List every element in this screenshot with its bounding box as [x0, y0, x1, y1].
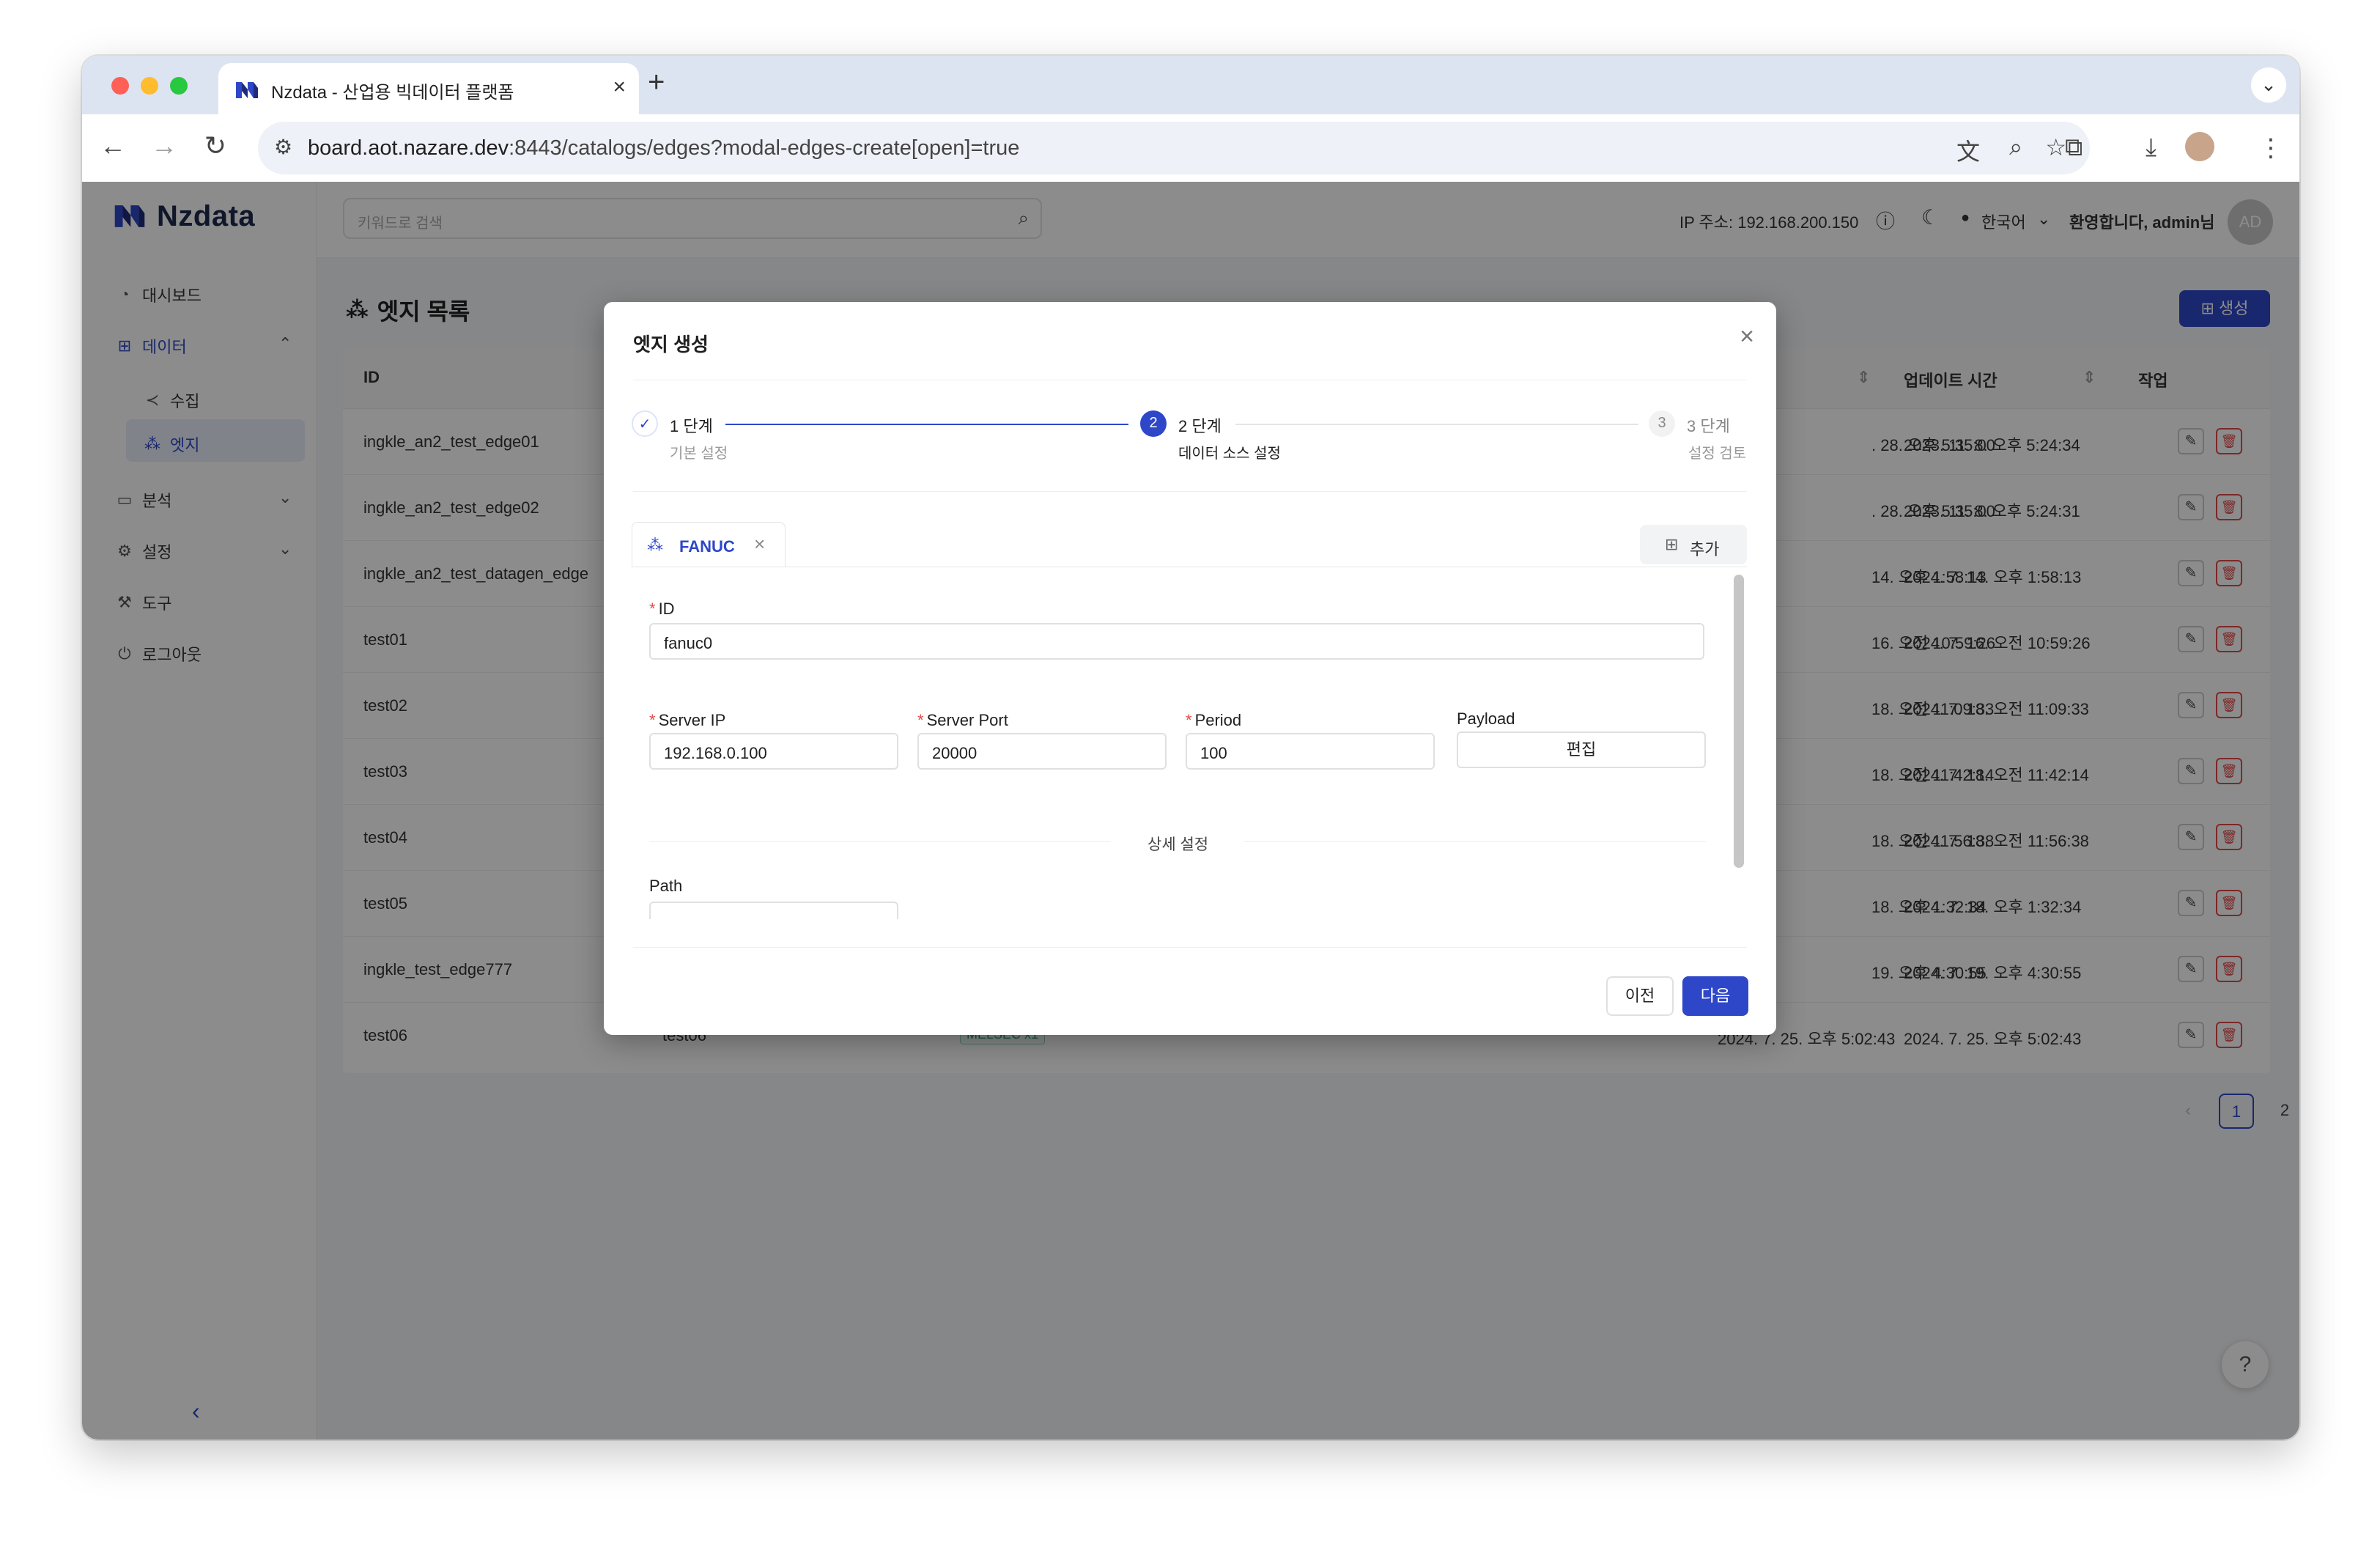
tab-fanuc-label: FANUC — [679, 537, 735, 556]
close-window-button[interactable] — [111, 77, 129, 95]
minimize-window-button[interactable] — [141, 77, 158, 95]
step-3-number: 3 — [1649, 410, 1675, 437]
maximize-window-button[interactable] — [170, 77, 188, 95]
period-field[interactable]: 100 — [1186, 733, 1435, 770]
step-1-subtitle: 기본 설정 — [670, 446, 728, 462]
step-1-title: 1 단계 — [670, 417, 713, 435]
payload-label: Payload — [1457, 710, 1515, 728]
step-3-title: 3 단계 — [1687, 417, 1730, 435]
step-connector — [1235, 424, 1638, 425]
next-button[interactable]: 다음 — [1682, 976, 1748, 1016]
server-ip-field[interactable]: 192.168.0.100 — [649, 733, 898, 770]
modal-divider — [633, 947, 1747, 948]
browser-toolbar: ← → ↻ ⚙ board.aot.nazare.dev:8443/catalo… — [82, 114, 2299, 182]
tab-fanuc[interactable]: ⁂ FANUC × — [632, 522, 786, 567]
server-port-label: * Server Port — [917, 711, 1008, 729]
step-2-subtitle: 데이터 소스 설정 — [1178, 446, 1281, 462]
new-tab-icon[interactable]: + — [648, 66, 665, 99]
server-port-field[interactable]: 20000 — [917, 733, 1167, 770]
reload-icon[interactable]: ↻ — [198, 130, 233, 161]
tab-title: Nzdata - 산업용 빅데이터 플랫폼 — [271, 83, 514, 103]
bookmark-star-icon[interactable]: ☆ — [2045, 133, 2066, 161]
form-scrollbar[interactable] — [1734, 575, 1744, 868]
path-field[interactable] — [649, 902, 898, 919]
forward-icon[interactable]: → — [147, 130, 182, 161]
back-icon[interactable]: ← — [95, 130, 130, 161]
step-1-check-icon: ✓ — [632, 410, 658, 437]
tab-bar: Nzdata - 산업용 빅데이터 플랫폼 × + ⌄ — [82, 56, 2299, 114]
step-2-number: 2 — [1140, 410, 1167, 437]
step-connector — [725, 424, 1128, 425]
site-settings-icon[interactable]: ⚙ — [274, 135, 292, 159]
zoom-icon[interactable]: ⌕ — [2009, 133, 2022, 161]
source-form: * ID fanuc0 * Server IP 192.168.0.100 * Ser… — [632, 567, 1747, 919]
id-label: * ID — [649, 600, 675, 618]
address-bar[interactable]: ⚙ board.aot.nazare.dev:8443/catalogs/edg… — [258, 122, 2090, 174]
url-text: board.aot.nazare.dev:8443/catalogs/edges… — [308, 136, 1020, 160]
browser-window: Nzdata - 산업용 빅데이터 플랫폼 × + ⌄ ← → ↻ ⚙ boar… — [82, 56, 2299, 1440]
payload-edit-button[interactable]: 편집 — [1457, 731, 1706, 768]
path-label: Path — [649, 877, 683, 895]
app-page: Nzdata ◔ 대시보드 ⊞ 데이터 ⌃ ≺ 수집 ⁂ 엣지 ▭ 분석 ⌄ ⚙ 설정 — [82, 182, 2299, 1440]
extensions-icon[interactable]: ⧉ — [2065, 133, 2082, 162]
step-2-title: 2 단계 — [1178, 417, 1222, 435]
download-icon[interactable]: ⤓ — [2146, 133, 2157, 162]
prev-button[interactable]: 이전 — [1606, 976, 1674, 1016]
add-source-label: 추가 — [1690, 540, 1720, 559]
profile-avatar[interactable] — [2185, 132, 2214, 161]
menu-kebab-icon[interactable]: ⋮ — [2258, 133, 2283, 163]
translate-icon[interactable]: 文 — [1956, 133, 1980, 167]
modal-title: 엣지 생성 — [633, 333, 709, 355]
add-source-button[interactable]: ⊞ 추가 — [1640, 525, 1747, 564]
create-edge-modal: 엣지 생성 × ✓ 1 단계 기본 설정 2 2 단계 데이터 소스 설정 3 … — [604, 302, 1776, 1035]
close-icon[interactable]: × — [754, 533, 765, 556]
browser-tab[interactable]: Nzdata - 산업용 빅데이터 플랫폼 × — [218, 63, 639, 114]
edge-icon: ⁂ — [647, 536, 663, 554]
divider — [1244, 841, 1706, 842]
detail-settings-divider: 상세 설정 — [1148, 836, 1209, 853]
tab-search-icon[interactable]: ⌄ — [2251, 67, 2286, 103]
step-3-subtitle: 설정 검토 — [1688, 446, 1747, 462]
plus-square-icon: ⊞ — [1665, 535, 1679, 553]
nzdata-favicon — [236, 82, 258, 98]
divider — [649, 841, 1111, 842]
server-ip-label: * Server IP — [649, 711, 726, 729]
modal-divider — [633, 491, 1747, 492]
id-field[interactable]: fanuc0 — [649, 623, 1704, 660]
period-label: * Period — [1186, 711, 1242, 729]
close-icon[interactable]: × — [1740, 322, 1754, 351]
close-tab-icon[interactable]: × — [613, 75, 626, 100]
